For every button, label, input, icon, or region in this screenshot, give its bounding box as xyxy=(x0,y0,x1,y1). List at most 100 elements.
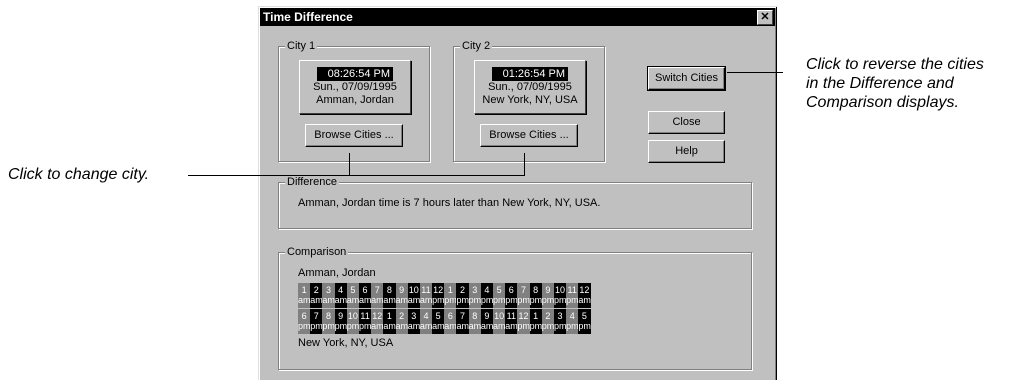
hour-period: pm xyxy=(541,295,554,305)
hour-number: 9 xyxy=(484,311,490,321)
hour-period: am xyxy=(456,321,469,331)
hour-cell: 11 pm xyxy=(566,283,579,308)
city1-browse-button[interactable]: Browse Cities ... xyxy=(305,124,403,147)
hour-period: am xyxy=(395,321,408,331)
hour-period: am xyxy=(493,321,506,331)
hour-cell: 4 am xyxy=(334,283,347,308)
hour-cell: 12 am xyxy=(371,309,384,334)
hour-cell: 7 am xyxy=(456,309,469,334)
switch-cities-label: Switch Cities xyxy=(655,72,718,84)
hour-period: pm xyxy=(346,321,359,331)
city1-group: City 1 08:26:54 PM Sun., 07/09/1995 Amma… xyxy=(278,39,430,162)
comparison-bottom-hours: 6 pm 7 pm 8 pm 9 pm 10 pm 11 pm 12 am 1 am 2 am 3 am 4 am 5 am 6… xyxy=(298,309,591,334)
hour-cell: 4 pm xyxy=(480,283,493,308)
hour-period: am xyxy=(346,295,359,305)
hour-cell: 12 am xyxy=(578,283,591,308)
hour-cell: 9 pm xyxy=(334,309,347,334)
hour-period: am xyxy=(578,295,591,305)
hour-cell: 6 pm xyxy=(505,283,518,308)
hour-cell: 3 pm xyxy=(553,309,567,334)
city2-browse-button[interactable]: Browse Cities ... xyxy=(480,124,578,147)
close-icon[interactable]: ✕ xyxy=(757,10,773,25)
hour-period: pm xyxy=(456,295,469,305)
hour-period: am xyxy=(444,321,457,331)
hour-period: pm xyxy=(444,295,457,305)
hour-cell: 2 am xyxy=(395,309,408,334)
city1-info: 08:26:54 PM Sun., 07/09/1995 Amman, Jord… xyxy=(299,60,411,114)
hour-cell: 12 pm xyxy=(432,283,445,308)
city2-date: Sun., 07/09/1995 xyxy=(488,81,572,93)
comparison-bottom-city: New York, NY, USA xyxy=(298,337,394,349)
hour-cell: 5 pm xyxy=(493,283,506,308)
hour-number: 5 xyxy=(435,311,441,321)
hour-cell: 6 am xyxy=(358,283,372,308)
hour-number: 2 xyxy=(399,311,405,321)
hour-cell: 5 am xyxy=(432,309,445,334)
switch-cities-button[interactable]: Switch Cities xyxy=(647,66,726,91)
hour-number: 9 xyxy=(399,285,405,295)
hour-cell: 2 am xyxy=(310,283,323,308)
city2-browse-label: Browse Cities ... xyxy=(489,129,569,141)
hour-period: pm xyxy=(310,321,323,331)
hour-period: am xyxy=(432,321,445,331)
hour-cell: 2 pm xyxy=(541,309,554,334)
hour-period: am xyxy=(358,295,372,305)
hour-period: am xyxy=(468,321,481,331)
close-button[interactable]: Close xyxy=(648,111,725,134)
hour-cell: 1 am xyxy=(383,309,396,334)
hour-period: pm xyxy=(517,321,530,331)
hour-period: pm xyxy=(298,321,311,331)
switch-callout-line3: Comparison displays. xyxy=(806,94,959,111)
hour-period: pm xyxy=(334,321,347,331)
difference-group-label: Difference xyxy=(285,175,339,189)
switch-callout-line2: in the Difference and xyxy=(806,75,954,92)
hour-number: 7 xyxy=(374,285,380,295)
hour-period: am xyxy=(407,295,420,305)
hour-number: 5 xyxy=(350,285,356,295)
comparison-top-hours: 1 am 2 am 3 am 4 am 5 am 6 am 7 am 8 am 9 am 10 am 11 am 12 pm 1… xyxy=(298,283,591,308)
hour-cell: 8 am xyxy=(468,309,481,334)
hour-cell: 3 pm xyxy=(468,283,481,308)
hour-period: am xyxy=(334,295,347,305)
hour-number: 2 xyxy=(545,311,551,321)
browse-callout-line xyxy=(188,175,525,176)
hour-period: am xyxy=(480,321,493,331)
city2-time: 01:26:54 PM xyxy=(492,67,568,81)
hour-cell: 9 am xyxy=(480,309,493,334)
hour-period: pm xyxy=(517,295,530,305)
hour-number: 6 xyxy=(301,311,307,321)
hour-cell: 5 pm xyxy=(578,309,591,334)
help-button[interactable]: Help xyxy=(648,140,725,163)
hour-number: 3 xyxy=(557,311,563,321)
hour-cell: 10 pm xyxy=(346,309,359,334)
hour-number: 4 xyxy=(338,285,344,295)
hour-cell: 7 pm xyxy=(517,283,530,308)
hour-period: am xyxy=(395,295,408,305)
hour-number: 8 xyxy=(386,285,392,295)
hour-period: pm xyxy=(529,321,542,331)
hour-number: 11 xyxy=(567,285,577,295)
hour-number: 10 xyxy=(408,285,419,295)
hour-number: 12 xyxy=(518,311,529,321)
hour-period: pm xyxy=(322,321,335,331)
comparison-group-label: Comparison xyxy=(285,245,349,259)
hour-period: pm xyxy=(358,321,372,331)
hour-cell: 2 pm xyxy=(456,283,469,308)
hour-cell: 7 pm xyxy=(310,309,323,334)
city1-group-label: City 1 xyxy=(285,39,318,53)
hour-period: am xyxy=(407,321,420,331)
city2-info: 01:26:54 PM Sun., 07/09/1995 New York, N… xyxy=(474,60,586,114)
hour-cell: 3 am xyxy=(407,309,420,334)
hour-period: pm xyxy=(566,295,579,305)
hour-number: 6 xyxy=(362,285,368,295)
hour-number: 10 xyxy=(555,285,566,295)
time-difference-dialog: Time Difference ✕ City 1 08:26:54 PM Sun… xyxy=(258,6,777,380)
hour-period: am xyxy=(505,321,518,331)
hour-number: 7 xyxy=(313,311,319,321)
hour-number: 8 xyxy=(533,285,539,295)
hour-number: 11 xyxy=(421,285,431,295)
hour-cell: 10 am xyxy=(407,283,420,308)
hour-number: 2 xyxy=(313,285,319,295)
hour-number: 4 xyxy=(484,285,490,295)
hour-cell: 3 am xyxy=(322,283,335,308)
